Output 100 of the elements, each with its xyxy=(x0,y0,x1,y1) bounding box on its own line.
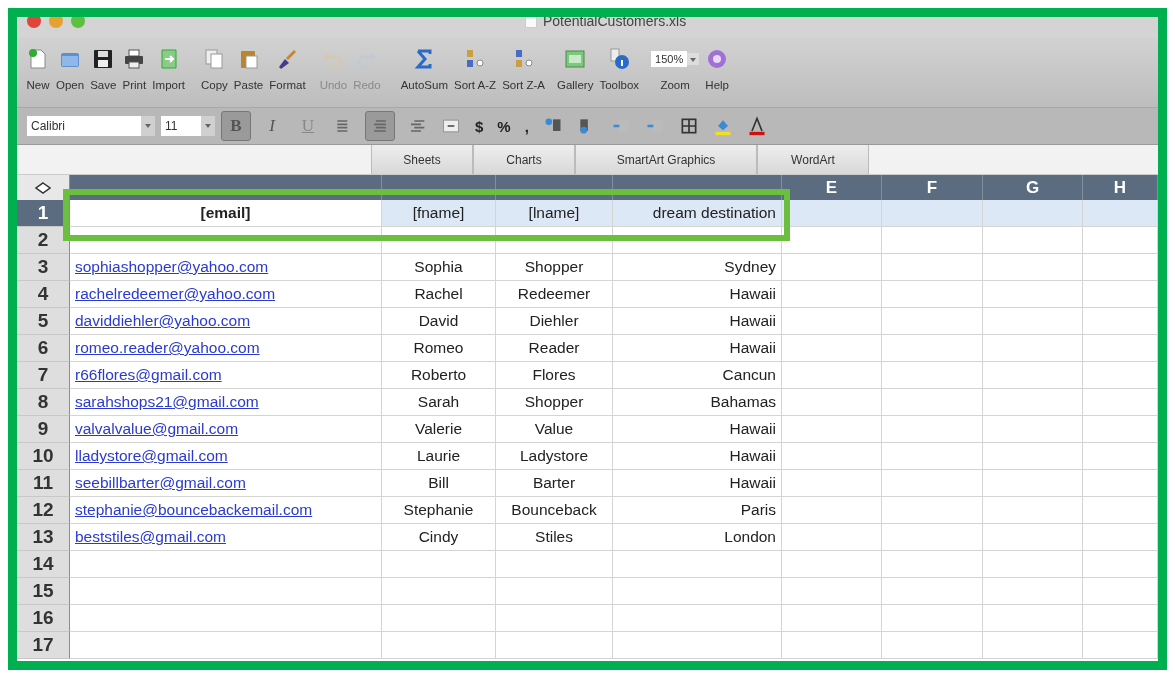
table-cell: London xyxy=(613,524,782,551)
row-header[interactable]: 2 xyxy=(17,227,70,254)
table-cell: Barter xyxy=(496,470,613,497)
column-header[interactable]: F xyxy=(882,175,983,200)
toolbar-button[interactable]: Sort A-Z xyxy=(450,41,500,93)
row-header[interactable]: 5 xyxy=(17,308,70,335)
table-cell: Sophia xyxy=(382,254,496,281)
dropdown-icon[interactable] xyxy=(201,116,215,136)
table-cell: Shopper xyxy=(496,389,613,416)
table-cell: Rachel xyxy=(382,281,496,308)
table-cell: [fname] xyxy=(382,200,496,227)
table-cell: Sydney xyxy=(613,254,782,281)
email-link[interactable]: r66flores@gmail.com xyxy=(75,366,222,384)
toolbar-button[interactable]: Help xyxy=(702,41,733,93)
row-header[interactable]: 13 xyxy=(17,524,70,551)
email-link[interactable]: stephanie@bouncebackemail.com xyxy=(75,501,313,519)
email-link[interactable]: sarahshops21@gmail.com xyxy=(75,393,259,411)
row-header[interactable]: 15 xyxy=(17,578,70,605)
toolbar-button[interactable]: Paste xyxy=(230,41,267,93)
align-button[interactable] xyxy=(365,111,395,141)
table-cell: David xyxy=(382,308,496,335)
toolbox-icon xyxy=(607,47,632,71)
table-cell: Bounceback xyxy=(496,497,613,524)
table-cell: Laurie xyxy=(382,443,496,470)
row-header[interactable]: 9 xyxy=(17,416,70,443)
table-cell: Cancun xyxy=(613,362,782,389)
number-format-button[interactable]: , xyxy=(520,117,533,135)
toolbar-button[interactable]: AutoSum xyxy=(397,41,451,93)
toolbar-button[interactable]: Gallery xyxy=(553,41,597,93)
gallery-icon xyxy=(563,47,588,71)
table-cell: [lname] xyxy=(496,200,613,227)
email-link[interactable]: romeo.reader@yahoo.com xyxy=(75,339,260,357)
row-header[interactable]: 17 xyxy=(17,632,70,659)
toolbar-button[interactable]: Copy xyxy=(197,41,231,93)
table-cell: Hawaii xyxy=(613,470,782,497)
number-format-button[interactable]: % xyxy=(493,117,515,135)
table-cell: Value xyxy=(496,416,613,443)
table-cell: Flores xyxy=(496,362,613,389)
table-cell: Valerie xyxy=(382,416,496,443)
row-header[interactable]: 8 xyxy=(17,389,70,416)
table-cell: Romeo xyxy=(382,335,496,362)
toolbar-button[interactable]: Save xyxy=(87,41,120,93)
email-link[interactable]: rachelredeemer@yahoo.com xyxy=(75,285,276,303)
ribbon-tab[interactable]: Charts xyxy=(473,145,575,174)
table-cell: Redeemer xyxy=(496,281,613,308)
toolbar-button[interactable]: Sort Z-A xyxy=(499,41,548,93)
number-format-button[interactable]: $ xyxy=(471,117,488,135)
table-cell: Hawaii xyxy=(613,281,782,308)
table-cell: Stiles xyxy=(496,524,613,551)
table-cell: Hawaii xyxy=(613,416,782,443)
toolbar-button[interactable]: Import xyxy=(149,41,188,93)
table-cell: Reader xyxy=(496,335,613,362)
table-cell: Diehler xyxy=(496,308,613,335)
email-link[interactable]: seebillbarter@gmail.com xyxy=(75,474,246,492)
row-header[interactable]: 16 xyxy=(17,605,70,632)
email-link[interactable]: beststiles@gmail.com xyxy=(75,528,226,546)
zoom-button[interactable]: 150% Zoom xyxy=(648,41,703,93)
dropdown-icon[interactable] xyxy=(141,116,155,136)
email-link[interactable]: daviddiehler@yahoo.com xyxy=(75,312,251,330)
table-cell: Cindy xyxy=(382,524,496,551)
email-link[interactable]: valvalvalue@gmail.com xyxy=(75,420,239,438)
close-button[interactable] xyxy=(27,17,41,28)
column-header[interactable]: E xyxy=(782,175,882,200)
table-cell: Hawaii xyxy=(613,335,782,362)
row-header[interactable]: 10 xyxy=(17,443,70,470)
zoom-field[interactable]: 150% xyxy=(651,51,688,67)
maximize-button[interactable] xyxy=(71,17,85,28)
row-header[interactable]: 14 xyxy=(17,551,70,578)
row-header[interactable]: 4 xyxy=(17,281,70,308)
table-cell: Ladystore xyxy=(496,443,613,470)
row-header[interactable]: 12 xyxy=(17,497,70,524)
ribbon-tab[interactable]: Sheets xyxy=(371,145,473,174)
minimize-button[interactable] xyxy=(49,17,63,28)
select-all-icon[interactable] xyxy=(35,181,51,194)
table-cell: Bahamas xyxy=(613,389,782,416)
table-cell: Paris xyxy=(613,497,782,524)
ribbon-tab[interactable]: SmartArt Graphics xyxy=(575,145,757,174)
table-cell: Shopper xyxy=(496,254,613,281)
toolbar-button[interactable]: New xyxy=(23,41,53,93)
dropdown-icon[interactable] xyxy=(687,53,700,65)
row-header[interactable]: 3 xyxy=(17,254,70,281)
toolbar-button[interactable]: Print xyxy=(119,41,150,93)
table-cell: Bill xyxy=(382,470,496,497)
toolbar-button[interactable]: Toolbox xyxy=(596,41,643,93)
font-size-field[interactable]: 11 xyxy=(161,116,201,136)
ribbon-tab[interactable]: WordArt xyxy=(757,145,869,174)
font-field[interactable]: Calibri xyxy=(27,116,141,136)
column-header[interactable]: H xyxy=(1083,175,1158,200)
italic-button[interactable]: I xyxy=(257,111,287,141)
table-cell: Hawaii xyxy=(613,308,782,335)
toolbar-button[interactable]: Format xyxy=(266,41,309,93)
row-header[interactable]: 7 xyxy=(17,362,70,389)
table-cell: Stephanie xyxy=(382,497,496,524)
email-link[interactable]: sophiashopper@yahoo.com xyxy=(75,258,269,276)
row-header[interactable]: 6 xyxy=(17,335,70,362)
row-header[interactable]: 11 xyxy=(17,470,70,497)
column-header[interactable]: G xyxy=(983,175,1083,200)
table-cell: Roberto xyxy=(382,362,496,389)
toolbar-button[interactable]: Open xyxy=(53,41,88,93)
email-link[interactable]: lladystore@gmail.com xyxy=(75,447,228,465)
